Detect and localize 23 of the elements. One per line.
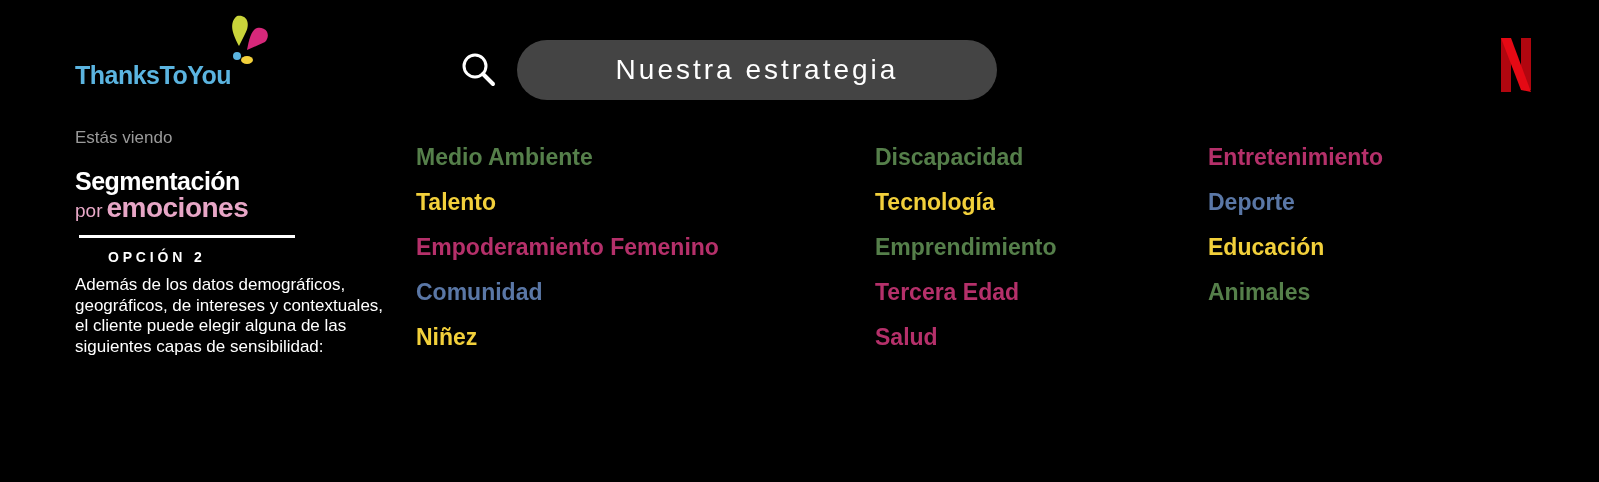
category-label: Deporte — [1208, 189, 1296, 215]
section-title: Segmentación — [75, 168, 241, 194]
category-label: Tecnología — [875, 189, 996, 215]
category-label: Medio Ambiente — [416, 144, 594, 170]
title-prefix: por — [75, 200, 103, 221]
category-label: Comunidad — [416, 279, 544, 305]
category-label: Emprendimiento — [875, 234, 1058, 260]
search-field[interactable]: Nuestra estrategia — [517, 40, 997, 100]
search-icon[interactable] — [461, 52, 497, 88]
category-label: Animales — [1208, 279, 1312, 305]
category-label: Entretenimiento — [1208, 144, 1384, 170]
eyebrow-text: Estás viendo — [75, 128, 174, 148]
option-label: O P C I Ó N 2 — [108, 249, 203, 265]
category-label: Niñez — [416, 324, 479, 350]
category-label: Talento — [416, 189, 498, 215]
brand-name: ThanksToYou — [75, 61, 232, 90]
category-label: Educación — [1208, 234, 1326, 260]
category-label: Discapacidad — [875, 144, 1025, 170]
category-label: Empoderamiento Femenino — [416, 234, 720, 260]
description-text: Además de los datos demográficos, geográficos, de intereses y contextuales, el cliente puede elegir alguna de las siguientes capas de sensibilidad: — [75, 275, 385, 357]
category-label: Tercera Edad — [875, 279, 1021, 305]
logo-icon — [1501, 38, 1531, 92]
category-label: Salud — [875, 324, 939, 350]
